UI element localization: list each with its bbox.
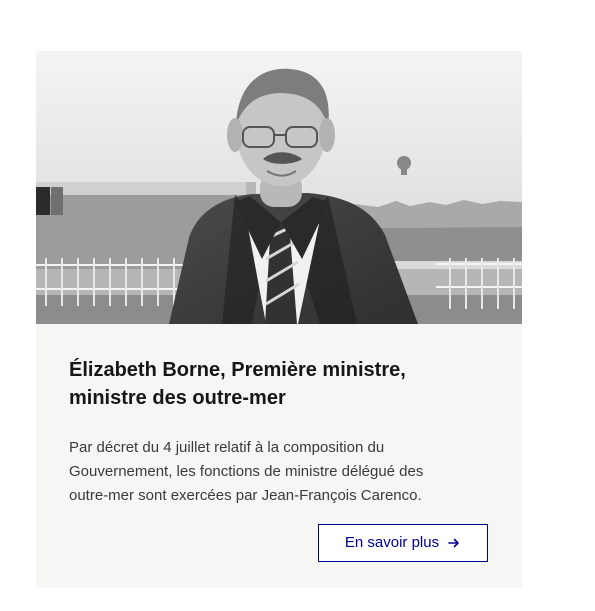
- card-description-line-1: Par décret du 4 juillet relatif à la com…: [69, 439, 385, 456]
- portrait-image: [36, 51, 522, 324]
- card-title-line-1: Élizabeth Borne, Première ministre,: [69, 359, 406, 381]
- card-description: Par décret du 4 juillet relatif à la com…: [69, 436, 499, 508]
- arrow-right-icon: [447, 536, 461, 550]
- learn-more-label: En savoir plus: [344, 534, 440, 551]
- card-description-line-3: outre-mer sont exercées par Jean-Françoi…: [69, 487, 422, 504]
- card-title[interactable]: Élizabeth Borne, Première ministre, mini…: [69, 356, 489, 412]
- card-photo: [36, 51, 522, 324]
- learn-more-button[interactable]: En savoir plus: [318, 524, 488, 562]
- card-description-line-2: Gouvernement, les fonctions de ministre …: [69, 463, 424, 480]
- news-card[interactable]: Élizabeth Borne, Première ministre, mini…: [36, 51, 522, 588]
- card-title-line-2: ministre des outre-mer: [69, 387, 286, 409]
- card-content: Élizabeth Borne, Première ministre, mini…: [69, 356, 489, 412]
